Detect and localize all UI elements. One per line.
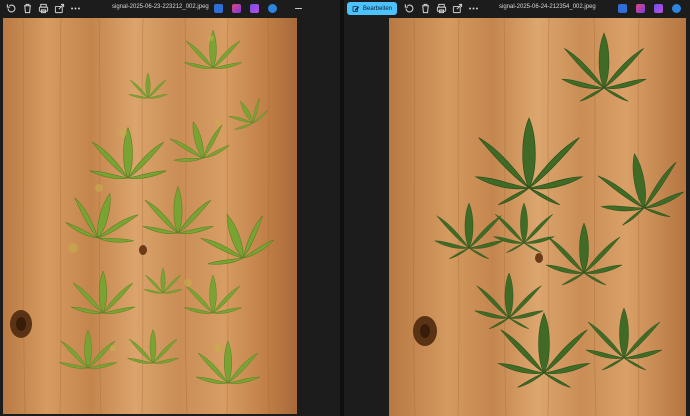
delete-icon[interactable] <box>417 1 433 17</box>
designer-app-icon[interactable] <box>250 4 259 13</box>
more-icon[interactable] <box>67 1 83 17</box>
left-photo-window: signal-2025-06-23-223212_002.jpeg <box>0 0 340 416</box>
print-icon[interactable] <box>433 1 449 17</box>
share-icon[interactable] <box>449 1 465 17</box>
edit-icon <box>352 5 359 12</box>
minimize-icon[interactable] <box>290 0 306 16</box>
paint-app-icon[interactable] <box>214 4 223 13</box>
print-icon[interactable] <box>35 1 51 17</box>
right-photo <box>389 18 686 416</box>
onedrive-app-icon[interactable] <box>672 4 681 13</box>
right-photo-window: Bearbeiten signal-2025-06-24-212354_002.… <box>344 0 690 416</box>
paint-app-icon[interactable] <box>618 4 627 13</box>
left-toolbar: signal-2025-06-23-223212_002.jpeg <box>0 0 340 17</box>
edit-button[interactable]: Bearbeiten <box>347 2 398 15</box>
rotate-icon[interactable] <box>401 1 417 17</box>
clipchamp-app-icon[interactable] <box>232 4 241 13</box>
share-icon[interactable] <box>51 1 67 17</box>
onedrive-app-icon[interactable] <box>268 4 277 13</box>
delete-icon[interactable] <box>19 1 35 17</box>
designer-app-icon[interactable] <box>654 4 663 13</box>
left-photo <box>3 18 297 414</box>
clipchamp-app-icon[interactable] <box>636 4 645 13</box>
more-icon[interactable] <box>465 1 481 17</box>
right-filename: signal-2025-06-24-212354_002.jpeg <box>499 4 596 10</box>
edit-button-label: Bearbeiten <box>363 5 393 12</box>
left-filename: signal-2025-06-23-223212_002.jpeg <box>112 4 209 10</box>
rotate-icon[interactable] <box>3 1 19 17</box>
right-toolbar: Bearbeiten signal-2025-06-24-212354_002.… <box>344 0 690 17</box>
